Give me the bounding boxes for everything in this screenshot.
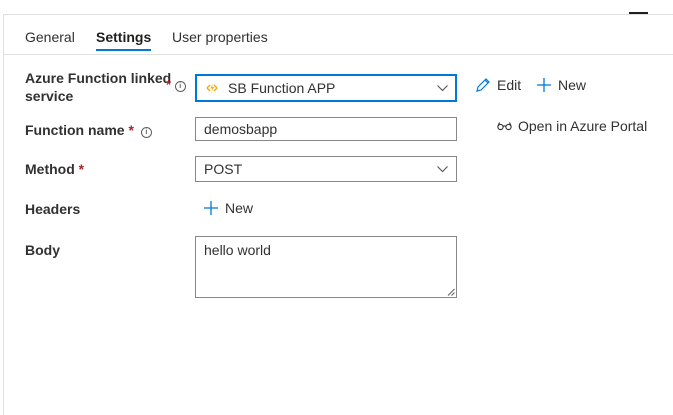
tab-general[interactable]: General bbox=[25, 29, 75, 45]
info-icon[interactable]: i bbox=[174, 81, 186, 92]
edit-button[interactable]: Edit bbox=[475, 77, 521, 93]
new-header-button[interactable]: New bbox=[203, 200, 253, 216]
body-value: hello world bbox=[204, 242, 271, 258]
open-in-azure-portal-label: Open in Azure Portal bbox=[518, 118, 648, 134]
method-value: POST bbox=[204, 161, 243, 177]
info-icon[interactable]: i bbox=[140, 127, 152, 138]
method-label-text: Method bbox=[25, 161, 75, 177]
active-tab-indicator bbox=[96, 49, 152, 51]
linked-service-label-line1: Azure Function linked bbox=[25, 70, 172, 86]
pencil-icon bbox=[476, 78, 490, 92]
azure-function-icon bbox=[206, 83, 218, 93]
method-dropdown[interactable]: POST bbox=[195, 156, 457, 182]
tab-divider bbox=[4, 54, 673, 55]
required-mark: * bbox=[128, 122, 134, 138]
chevron-down-icon bbox=[437, 166, 448, 173]
glasses-icon bbox=[497, 122, 512, 131]
linked-service-value: SB Function APP bbox=[228, 80, 336, 96]
linked-service-label-line2: service bbox=[25, 88, 74, 104]
body-textarea[interactable]: hello world bbox=[195, 236, 457, 298]
function-name-label-text: Function name bbox=[25, 122, 125, 138]
method-label: Method * bbox=[25, 160, 84, 178]
function-name-label: Function name * i bbox=[25, 121, 152, 139]
linked-service-required: * i bbox=[166, 78, 186, 92]
function-name-value: demosbapp bbox=[204, 121, 278, 137]
minimize-icon[interactable] bbox=[629, 12, 648, 14]
new-linked-service-button[interactable]: New bbox=[536, 77, 586, 93]
function-name-input[interactable]: demosbapp bbox=[195, 117, 457, 141]
open-in-azure-portal-link[interactable]: Open in Azure Portal bbox=[497, 118, 647, 134]
resize-grip-icon[interactable] bbox=[447, 288, 455, 296]
body-label: Body bbox=[25, 242, 60, 258]
headers-label: Headers bbox=[25, 201, 81, 217]
new-linked-service-label: New bbox=[558, 77, 587, 93]
linked-service-label: Azure Function linked service bbox=[25, 69, 171, 105]
required-mark: * bbox=[166, 77, 172, 92]
linked-service-dropdown[interactable]: SB Function APP bbox=[195, 74, 457, 102]
required-mark: * bbox=[78, 161, 85, 177]
tab-settings[interactable]: Settings bbox=[96, 29, 152, 51]
tab-settings-label: Settings bbox=[96, 29, 152, 45]
chevron-down-icon bbox=[437, 85, 448, 92]
edit-button-label: Edit bbox=[497, 77, 522, 93]
tab-user-properties[interactable]: User properties bbox=[172, 29, 268, 45]
new-header-label: New bbox=[225, 200, 254, 216]
plus-icon bbox=[204, 201, 218, 215]
plus-icon bbox=[537, 78, 551, 92]
